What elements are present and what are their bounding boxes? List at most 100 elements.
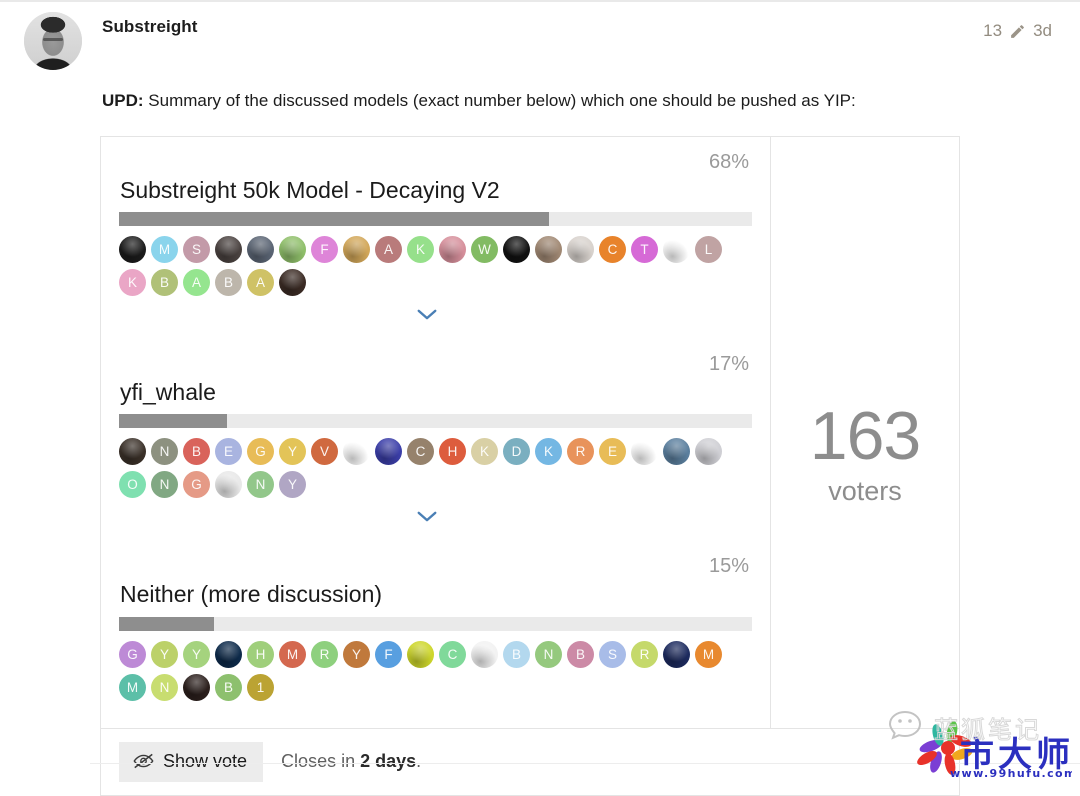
closes-prefix: Closes in [281, 751, 361, 772]
voter-avatar-initial[interactable]: Y [279, 438, 306, 466]
poll-widget: 68% Substreight 50k Model - Decaying V2 M S… [100, 135, 960, 796]
poll-option[interactable]: 15% Neither (more discussion) G Y Y H M R Y F C B N B… [101, 541, 770, 726]
voter-avatar-initial[interactable]: M [119, 673, 146, 701]
show-vote-button[interactable]: Show vote [119, 741, 264, 782]
avatar-eyes [43, 38, 63, 42]
voter-avatar-initial[interactable]: B [215, 268, 242, 296]
chevron-down-icon[interactable] [416, 308, 438, 321]
voter-avatar-initial[interactable]: M [279, 640, 306, 668]
voter-avatar-photo[interactable] [343, 235, 370, 263]
voter-avatar-initial[interactable]: G [183, 471, 210, 499]
voter-avatar-initial[interactable]: D [503, 438, 530, 466]
voters-label: voters [828, 476, 902, 507]
voter-avatar-photo[interactable] [119, 438, 146, 466]
poll-option[interactable]: 17% yfi_whale N B E G Y V C H K D K R E O N G N Y [101, 339, 770, 537]
voter-avatar-initial[interactable]: E [215, 438, 242, 466]
voter-avatar-initial[interactable]: K [407, 235, 434, 263]
voter-avatar-photo[interactable] [471, 640, 498, 668]
voter-avatar-initial[interactable]: G [119, 640, 146, 668]
voter-avatar-initial[interactable]: B [503, 640, 530, 668]
voter-avatar-photo[interactable] [567, 235, 594, 263]
voter-avatar-initial[interactable]: Y [151, 640, 178, 668]
voter-avatar-photo[interactable] [535, 235, 562, 263]
voter-avatar-photo[interactable] [215, 235, 242, 263]
voter-avatar-initial[interactable]: N [151, 438, 178, 466]
poll-closes-text: Closes in 2 days. [281, 751, 421, 772]
voter-avatar-initial[interactable]: F [311, 235, 338, 263]
voter-avatar-photo[interactable] [663, 640, 690, 668]
voter-avatar-initial[interactable]: O [119, 471, 146, 499]
voter-avatar-initial[interactable]: A [183, 268, 210, 296]
voter-avatar-initial[interactable]: R [311, 640, 338, 668]
chevron-down-icon[interactable] [416, 510, 438, 523]
poll-option-bar [119, 414, 752, 429]
voter-avatar-initial[interactable]: C [599, 235, 626, 263]
voter-avatar-photo[interactable] [439, 235, 466, 263]
voter-avatar-photo[interactable] [215, 640, 242, 668]
poll-option-expand-row[interactable] [119, 296, 734, 335]
voter-avatar-initial[interactable]: F [375, 640, 402, 668]
voter-avatar-initial[interactable]: B [151, 268, 178, 296]
voter-avatar-photo[interactable] [183, 673, 210, 701]
voter-avatar-initial[interactable]: N [535, 640, 562, 668]
poll-option-bar-fill [119, 616, 214, 631]
voter-avatar-initial[interactable]: C [407, 438, 434, 466]
poll-option-expand-row[interactable] [119, 498, 734, 537]
voters-count: 163 [809, 398, 921, 475]
poll-option[interactable]: 68% Substreight 50k Model - Decaying V2 M S… [101, 137, 770, 335]
voter-avatar-photo[interactable] [215, 471, 242, 499]
voter-avatar-photo[interactable] [247, 235, 274, 263]
voter-avatar-initial[interactable]: M [695, 640, 722, 668]
voter-avatar-photo[interactable] [663, 438, 690, 466]
voter-avatar-initial[interactable]: B [567, 640, 594, 668]
voter-avatar-initial[interactable]: M [151, 235, 178, 263]
post-text: UPD: Summary of the discussed models (ex… [102, 88, 1056, 114]
voter-avatar-photo[interactable] [375, 438, 402, 466]
voter-avatar-initial[interactable]: G [247, 438, 274, 466]
voter-avatar-photo[interactable] [279, 268, 306, 296]
voter-avatar-initial[interactable]: T [631, 235, 658, 263]
voter-avatar-initial[interactable]: B [183, 438, 210, 466]
forum-post: Substreight 13 3d UPD: Summary of the di… [0, 12, 1080, 796]
voter-avatar-photo[interactable] [695, 438, 722, 466]
voter-avatar-initial[interactable]: B [215, 673, 242, 701]
author-name[interactable]: Substreight [102, 17, 198, 37]
avatar[interactable] [24, 12, 82, 70]
voter-avatar-initial[interactable]: 1 [247, 673, 274, 701]
voter-avatar-photo[interactable] [631, 438, 658, 466]
voter-avatar-photo[interactable] [663, 235, 690, 263]
voter-avatar-initial[interactable]: Y [279, 471, 306, 499]
voter-avatar-initial[interactable]: H [247, 640, 274, 668]
page-top-divider [0, 0, 1080, 2]
voter-avatar-photo[interactable] [279, 235, 306, 263]
voter-avatar-initial[interactable]: E [599, 438, 626, 466]
voter-avatar-initial[interactable]: S [599, 640, 626, 668]
poll-option-voters: NBEGYVCHKDKREONGNY [119, 438, 752, 499]
post-meta: 13 3d [983, 21, 1052, 41]
voter-avatar-initial[interactable]: N [151, 673, 178, 701]
voter-avatar-initial[interactable]: S [183, 235, 210, 263]
voter-avatar-initial[interactable]: Y [343, 640, 370, 668]
poll-option-bar-fill [119, 211, 550, 226]
poll-option-title: Substreight 50k Model - Decaying V2 [120, 176, 500, 203]
voter-avatar-initial[interactable]: H [439, 438, 466, 466]
voter-avatar-initial[interactable]: R [631, 640, 658, 668]
poll-footer: Show vote Closes in 2 days. [101, 727, 959, 795]
voter-avatar-initial[interactable]: K [535, 438, 562, 466]
voter-avatar-initial[interactable]: W [471, 235, 498, 263]
voter-avatar-initial[interactable]: C [439, 640, 466, 668]
voter-avatar-initial[interactable]: R [567, 438, 594, 466]
voter-avatar-initial[interactable]: N [247, 471, 274, 499]
voter-avatar-photo[interactable] [119, 235, 146, 263]
voter-avatar-photo[interactable] [503, 235, 530, 263]
voter-avatar-initial[interactable]: N [151, 471, 178, 499]
voter-avatar-photo[interactable] [343, 438, 370, 466]
voter-avatar-photo[interactable] [407, 640, 434, 668]
voter-avatar-initial[interactable]: K [471, 438, 498, 466]
voter-avatar-initial[interactable]: Y [183, 640, 210, 668]
voter-avatar-initial[interactable]: K [119, 268, 146, 296]
voter-avatar-initial[interactable]: A [247, 268, 274, 296]
voter-avatar-initial[interactable]: L [695, 235, 722, 263]
voter-avatar-initial[interactable]: V [311, 438, 338, 466]
voter-avatar-initial[interactable]: A [375, 235, 402, 263]
